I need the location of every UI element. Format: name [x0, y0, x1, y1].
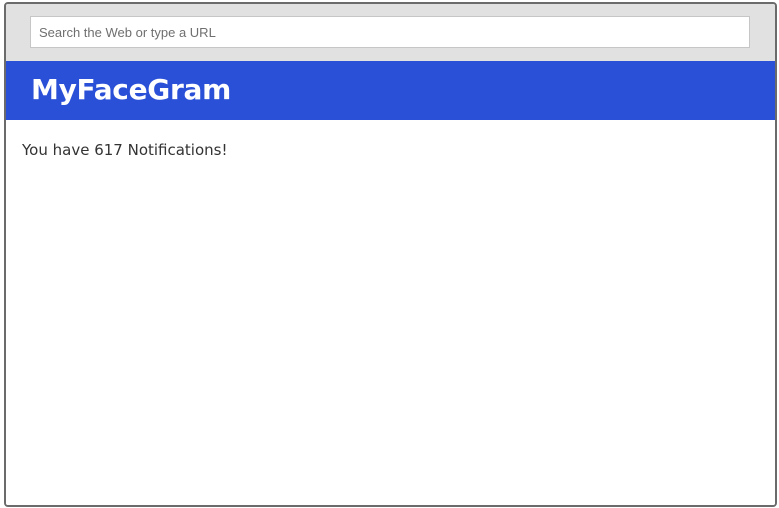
site-header: MyFaceGram [6, 61, 775, 120]
site-title: MyFaceGram [31, 73, 231, 106]
page-content: You have 617 Notifications! [6, 120, 775, 505]
browser-window: MyFaceGram You have 617 Notifications! [4, 2, 777, 507]
notification-message: You have 617 Notifications! [22, 141, 228, 159]
browser-toolbar [6, 4, 775, 61]
address-bar-input[interactable] [30, 16, 750, 48]
